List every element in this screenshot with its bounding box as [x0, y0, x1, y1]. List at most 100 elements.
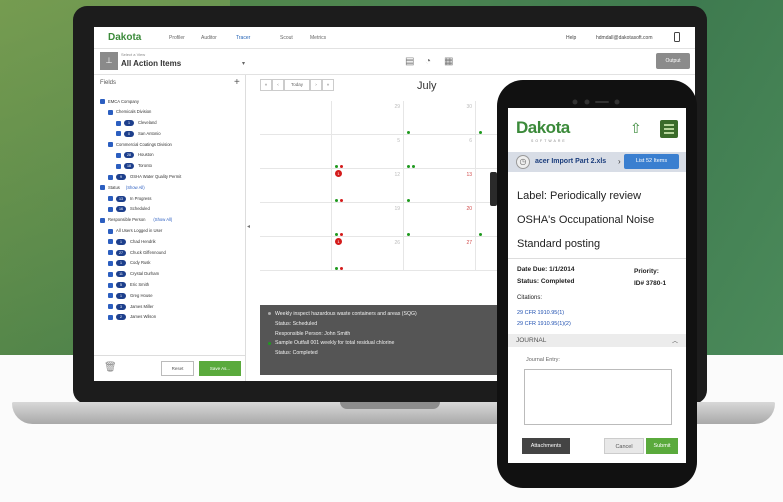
chevron-down-icon[interactable]: ▾ [242, 60, 245, 67]
tree-row[interactable]: 18 Toronto [98, 162, 244, 173]
checkbox[interactable] [108, 271, 113, 277]
checkbox[interactable] [108, 196, 113, 202]
table-view-icon[interactable]: ▤ [405, 56, 414, 67]
tree-row[interactable]: EMCA Company [98, 97, 244, 108]
tree-row[interactable]: 0 San Antonio [98, 129, 244, 140]
checkbox[interactable] [108, 293, 113, 299]
upload-cloud-icon[interactable]: ⇧ [630, 120, 642, 137]
phone-logo[interactable]: Dakota [516, 118, 570, 138]
hamburger-menu-icon[interactable] [660, 120, 678, 138]
tree-row[interactable]: 1 Cody Rusk [98, 259, 244, 270]
event-marker[interactable] [335, 199, 338, 202]
calendar-day-cell[interactable] [260, 135, 332, 169]
next-month-button[interactable]: › [310, 79, 322, 91]
checkbox[interactable] [108, 314, 113, 320]
calendar-day-cell[interactable]: 26 [332, 237, 404, 271]
tree-row[interactable]: 9 OSHA Water Quality Permit [98, 173, 244, 184]
checkbox[interactable] [116, 131, 121, 137]
event-marker[interactable] [479, 131, 482, 134]
calendar-day-cell[interactable]: 30 [404, 101, 476, 135]
calendar-view-icon[interactable]: ▦ [444, 56, 453, 67]
checkbox[interactable] [108, 260, 113, 266]
chart-view-icon[interactable]: ◔ [425, 56, 431, 67]
calendar-day-cell[interactable] [260, 101, 332, 135]
event-marker[interactable] [407, 199, 410, 202]
event-marker[interactable] [407, 233, 410, 236]
event-marker[interactable] [335, 233, 338, 236]
calendar-day-cell[interactable]: 12 [332, 169, 404, 203]
calendar-day-cell[interactable]: 6 [404, 135, 476, 169]
checkbox[interactable] [100, 217, 105, 223]
view-select[interactable]: All Action Items [121, 59, 181, 68]
citation-link-2[interactable]: 29 CFR 1910.95(1)(2) [517, 321, 571, 327]
event-marker[interactable] [479, 233, 482, 236]
event-marker[interactable] [340, 199, 343, 202]
today-button[interactable]: Today [284, 79, 310, 91]
event-marker[interactable] [340, 267, 343, 270]
help-link[interactable]: Help [566, 35, 576, 41]
tree-row[interactable]: 27 Chuck Giffennound [98, 248, 244, 259]
checkbox[interactable] [108, 109, 113, 115]
output-button[interactable]: Output [656, 53, 690, 69]
checkbox[interactable] [108, 239, 113, 245]
prev-year-button[interactable]: « [260, 79, 272, 91]
calendar-day-cell[interactable]: 13 [404, 169, 476, 203]
tree-row[interactable]: Responsible Person (Show All) [98, 216, 244, 227]
tree-row[interactable]: Commercial Coatings Division [98, 140, 244, 151]
list-items-button[interactable]: List 52 Items [624, 154, 679, 169]
tree-row[interactable]: 1 Chad Hendrik [98, 237, 244, 248]
collapse-panel-icon[interactable]: ◂ [247, 223, 250, 230]
nav-tracer[interactable]: Tracer [236, 35, 250, 41]
event-marker[interactable] [412, 165, 415, 168]
checkbox[interactable] [108, 228, 113, 234]
submit-button[interactable]: Submit [646, 438, 678, 454]
event-marker[interactable] [407, 131, 410, 134]
calendar-day-cell[interactable]: 5 [332, 135, 404, 169]
checkbox[interactable] [116, 163, 121, 169]
attachments-button[interactable]: Attachments [522, 438, 570, 454]
checkbox[interactable] [108, 282, 113, 288]
checkbox[interactable] [108, 174, 113, 180]
prev-month-button[interactable]: ‹ [272, 79, 284, 91]
calendar-day-cell[interactable] [260, 203, 332, 237]
user-email[interactable]: hdmdall@dakotasoft.com [596, 35, 653, 41]
tree-row[interactable]: 1 Greg House [98, 291, 244, 302]
calendar-day-cell[interactable]: 27 [404, 237, 476, 271]
tree-row[interactable]: 28 Houston [98, 151, 244, 162]
checkbox[interactable] [100, 99, 105, 104]
event-count-badge[interactable]: 1 [335, 170, 342, 177]
event-marker[interactable] [340, 165, 343, 168]
tree-row[interactable]: 2 James Wilson [98, 313, 244, 324]
citation-link-1[interactable]: 29 CFR 1910.95(1) [517, 310, 564, 316]
tree-row[interactable]: Chemicals Division [98, 108, 244, 119]
tree-row[interactable]: 16 Scheduled [98, 205, 244, 216]
tree-row[interactable]: 1 Cleveland [98, 119, 244, 130]
event-marker[interactable] [407, 165, 410, 168]
save-as-button[interactable]: Save As... [199, 361, 241, 376]
tree-row[interactable]: 11 Crystal Durham [98, 270, 244, 281]
journal-entry-textarea[interactable] [524, 369, 672, 425]
cancel-button[interactable]: Cancel [604, 438, 644, 454]
add-field-icon[interactable]: + [234, 77, 240, 88]
checkbox[interactable] [108, 250, 113, 256]
calendar-day-cell[interactable] [260, 237, 332, 271]
calendar-day-cell[interactable]: 29 [332, 101, 404, 135]
checkbox[interactable] [116, 120, 121, 126]
tree-row[interactable]: All Users Logged in User [98, 227, 244, 238]
app-logo[interactable]: Dakota [108, 32, 141, 43]
calendar-day-cell[interactable]: 19 [332, 203, 404, 237]
checkbox[interactable] [108, 142, 113, 148]
import-file-name[interactable]: acer Import Part 2.xls [535, 158, 606, 165]
reset-button[interactable]: Reset [161, 361, 194, 376]
event-marker[interactable] [340, 233, 343, 236]
tree-row[interactable]: 13 In Progress [98, 194, 244, 205]
tree-row[interactable]: 3 James Miller [98, 302, 244, 313]
trash-icon[interactable]: 🗑 [104, 362, 117, 373]
chevron-up-icon[interactable]: ︿ [672, 336, 678, 345]
nav-metrics[interactable]: Metrics [310, 35, 326, 41]
next-year-button[interactable]: » [322, 79, 334, 91]
nav-auditor[interactable]: Auditor [201, 35, 217, 41]
journal-header[interactable]: JOURNAL ︿ [508, 334, 686, 347]
checkbox[interactable] [100, 185, 105, 191]
nav-scout[interactable]: Scout [280, 35, 293, 41]
